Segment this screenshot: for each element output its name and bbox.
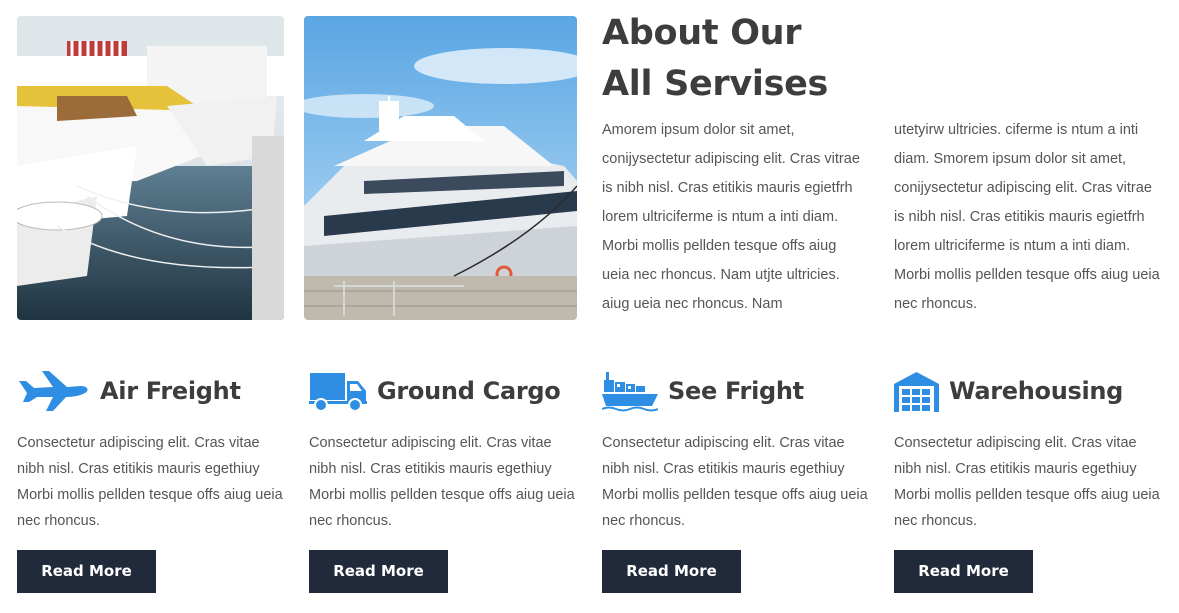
cargo-ship-icon <box>602 370 658 412</box>
warehouse-icon <box>894 370 939 412</box>
about-text-column-1: Amorem ipsum dolor sit amet, conijysecte… <box>602 122 860 312</box>
about-text-column-2: utetyirw ultricies. ciferme is ntum a in… <box>894 122 1160 312</box>
service-description: Consectetur adipiscing elit. Cras vitae … <box>894 435 1160 529</box>
marina-boats-photo <box>17 16 284 320</box>
read-more-button[interactable]: Read More <box>17 550 156 593</box>
service-ground-cargo: Ground Cargo Consectetur adipiscing elit… <box>309 368 581 593</box>
about-title-line2: All Servises <box>602 64 829 104</box>
read-more-button[interactable]: Read More <box>894 550 1033 593</box>
yacht-at-dock-photo <box>304 16 577 320</box>
read-more-button[interactable]: Read More <box>309 550 448 593</box>
service-description: Consectetur adipiscing elit. Cras vitae … <box>602 435 868 529</box>
service-title: Warehousing <box>949 377 1124 405</box>
service-air-freight: Air Freight Consectetur adipiscing elit.… <box>17 368 289 593</box>
service-sea-freight: See Fright Consectetur adipiscing elit. … <box>602 368 874 593</box>
service-header: See Fright <box>602 368 874 414</box>
service-warehousing: Warehousing Consectetur adipiscing elit.… <box>894 368 1166 593</box>
service-title: See Fright <box>668 377 804 405</box>
truck-icon <box>309 370 367 412</box>
read-more-button[interactable]: Read More <box>602 550 741 593</box>
service-title: Air Freight <box>100 377 241 405</box>
service-header: Ground Cargo <box>309 368 581 414</box>
service-header: Warehousing <box>894 368 1166 414</box>
service-header: Air Freight <box>17 368 289 414</box>
service-description: Consectetur adipiscing elit. Cras vitae … <box>309 435 575 529</box>
service-description: Consectetur adipiscing elit. Cras vitae … <box>17 435 283 529</box>
airplane-icon <box>17 369 90 413</box>
about-title: About Our All Servises <box>602 8 1002 110</box>
service-title: Ground Cargo <box>377 377 561 405</box>
about-title-line1: About Our <box>602 13 802 53</box>
